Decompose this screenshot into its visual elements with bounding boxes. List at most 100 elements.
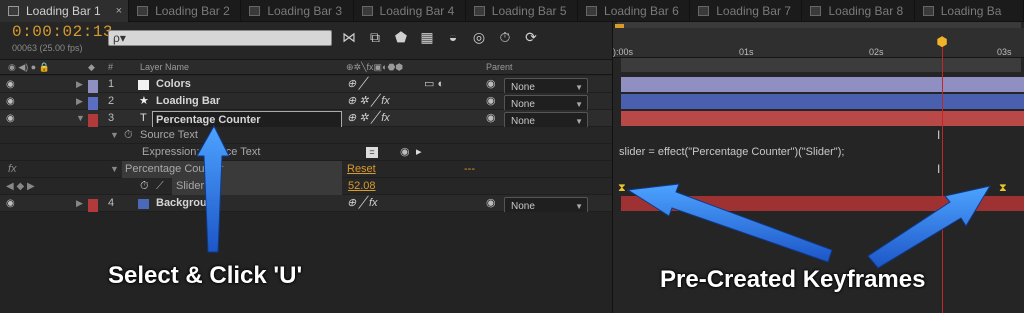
slider-label: Slider	[172, 178, 342, 195]
layer-bar-loading-bar[interactable]	[621, 94, 1024, 109]
pickwhip-icon[interactable]: ◉	[486, 195, 496, 212]
stopwatch-icon[interactable]: ⏱	[140, 178, 149, 195]
expand-triangle-icon[interactable]: ▶	[76, 76, 83, 93]
collapse-triangle-icon[interactable]: ▼	[76, 110, 85, 127]
tick-label: 02s	[869, 47, 884, 57]
tab-loading-bar-3[interactable]: Loading Bar 3	[241, 0, 354, 22]
eye-icon[interactable]: ◉	[6, 93, 15, 110]
time-ruler[interactable]: ):00s 01s 02s 03s	[613, 28, 1024, 58]
annotation-pre-created-keyframes: Pre-Created Keyframes	[660, 266, 926, 293]
layer-row-percentage-counter[interactable]: ◉ ▼ 3 T Percentage Counter ⊕ ✲ ╱ fx ◉ No…	[0, 110, 612, 131]
tab-loading-bar-1[interactable]: Loading Bar 1 ×	[0, 0, 130, 22]
expression-enable-icon[interactable]: =	[366, 147, 378, 158]
effect-dashes: ---	[464, 163, 475, 175]
collapse-triangle-icon[interactable]: ▼	[110, 161, 119, 178]
after-effects-timeline: Loading Bar 1 × Loading Bar 2 Loading Ba…	[0, 0, 1024, 313]
effect-row: fx ▼ Percentage Counter Reset ---	[0, 161, 612, 178]
draft-3d-icon[interactable]: ⧉	[366, 28, 384, 46]
pickwhip-icon[interactable]: ◉	[486, 76, 496, 93]
stopwatch-icon[interactable]: ⏱	[124, 127, 133, 144]
tab-loading-bar-9[interactable]: Loading Ba	[915, 0, 1024, 22]
layer-switches[interactable]: ⊕ ✲ ╱ fx	[347, 110, 390, 127]
current-time-indicator-head[interactable]: ⬢	[935, 35, 949, 49]
expression-language-menu-icon[interactable]: ▸	[416, 144, 422, 161]
layer-switches[interactable]: ⊕ ╱	[347, 76, 366, 93]
slider-value[interactable]: 52.08	[348, 178, 376, 195]
effect-name[interactable]: Percentage Counter	[122, 161, 342, 178]
reset-link[interactable]: Reset	[347, 161, 376, 178]
text-layer-icon: T	[140, 112, 147, 124]
tab-loading-bar-7[interactable]: Loading Bar 7	[690, 0, 803, 22]
annotation-select-and-click: Select & Click 'U'	[108, 262, 303, 289]
pickwhip-icon[interactable]: ◉	[486, 110, 496, 127]
layer-bar-background[interactable]	[621, 196, 1024, 211]
eye-icon[interactable]: ◉	[6, 110, 15, 127]
graph-editor-icon[interactable]: ◎	[470, 28, 488, 46]
expression-label: Expression: Source Text	[142, 146, 261, 158]
layer-name[interactable]: Background	[156, 195, 220, 212]
layer-name[interactable]: Loading Bar	[156, 93, 220, 110]
hide-shy-layers-icon[interactable]: ⬟	[392, 28, 410, 46]
auto-keyframe-icon[interactable]: ⏱	[496, 28, 514, 46]
layer-bar-percentage-counter[interactable]	[621, 111, 1024, 126]
work-area-bar[interactable]	[621, 58, 1021, 72]
tab-loading-bar-5[interactable]: Loading Bar 5	[466, 0, 579, 22]
composition-icon	[8, 6, 19, 16]
eye-icon[interactable]: ◉	[6, 76, 15, 93]
expand-triangle-icon[interactable]: ▶	[76, 195, 83, 212]
composition-tabs: Loading Bar 1 × Loading Bar 2 Loading Ba…	[0, 0, 1024, 22]
frame-rate-readout: 00063 (25.00 fps)	[12, 43, 83, 53]
composition-icon	[137, 6, 149, 16]
layer-name[interactable]: Colors	[156, 76, 191, 93]
tab-loading-bar-2[interactable]: Loading Bar 2	[129, 0, 242, 22]
label-column-icon: ◆	[88, 62, 95, 72]
layer-name-column[interactable]: Layer Name	[140, 62, 189, 72]
current-time-indicator[interactable]	[942, 36, 943, 313]
pickwhip-icon[interactable]: ◉	[486, 93, 496, 110]
collapse-triangle-icon[interactable]: ▼	[110, 127, 119, 144]
expression-row: Expression: Source Text = ◉ ▸	[0, 144, 612, 161]
brainstorm-icon[interactable]: ⟳	[522, 28, 540, 46]
search-input[interactable]: ρ▾	[108, 30, 332, 46]
parent-column: Parent	[486, 62, 513, 72]
expand-triangle-icon[interactable]: ▶	[76, 93, 83, 110]
expression-text[interactable]: slider = effect("Percentage Counter")("S…	[619, 146, 844, 158]
motion-blur-icon[interactable]: ◒	[444, 28, 462, 46]
graph-icon[interactable]: ⟋	[156, 178, 164, 195]
keyframe-icon[interactable]: ⧗	[999, 183, 1007, 194]
composition-icon	[586, 6, 598, 16]
tab-loading-bar-6[interactable]: Loading Bar 6	[578, 0, 691, 22]
keyframe-navigator-icon[interactable]: ◀ ◆ ▶	[6, 178, 35, 195]
tab-loading-bar-4[interactable]: Loading Bar 4	[354, 0, 466, 22]
composition-mini-flowchart-icon[interactable]: ⋈	[340, 28, 358, 46]
current-time-display[interactable]: 0:00:02:13	[12, 23, 113, 41]
slider-row: ◀ ◆ ▶ ⏱ ⟋ Slider 52.08	[0, 178, 612, 195]
eye-icon[interactable]: ◉	[6, 195, 15, 212]
layer-bar-colors[interactable]	[621, 77, 1024, 92]
visibility-column-icon: ◉ ◀) ● 🔒	[8, 62, 50, 72]
keyframe-icon[interactable]: ⧗	[618, 183, 626, 194]
composition-icon	[249, 6, 261, 16]
composition-icon	[698, 6, 710, 16]
layer-row-background[interactable]: ◉ ▶ 4 Background ⊕ ╱ fx ◉ None ▼	[0, 195, 612, 216]
close-icon[interactable]: ×	[116, 0, 122, 22]
layer-switches[interactable]: ⊕ ✲ ╱ fx	[347, 93, 390, 110]
layer-row-loading-bar[interactable]: ◉ ▶ 2 ★ Loading Bar ⊕ ✲ ╱ fx ◉ None ▼	[0, 93, 612, 114]
tick-label: 01s	[739, 47, 754, 57]
layer-row-colors[interactable]: ◉ ▶ 1 Colors ⊕ ╱ ▭ ◐ ◉ None ▼	[0, 76, 612, 97]
composition-icon	[473, 6, 485, 16]
layer-number: 2	[108, 95, 115, 107]
layer-name-rename-field[interactable]: Percentage Counter	[152, 111, 342, 128]
hold-keyframe-icon[interactable]: I	[937, 128, 940, 142]
hold-keyframe-icon[interactable]: I	[937, 162, 940, 176]
layer-switches[interactable]: ⊕ ╱ fx	[347, 195, 378, 212]
frame-blending-icon[interactable]: ▦	[418, 28, 436, 46]
property-source-text: Source Text	[140, 129, 198, 141]
tick-label: ):00s	[613, 47, 634, 57]
expression-graph-icon[interactable]: ◉	[400, 144, 410, 161]
composition-icon	[810, 6, 822, 16]
quality-switches[interactable]: ▭ ◐	[424, 76, 444, 93]
search-icon: ρ▾	[113, 31, 126, 45]
tab-loading-bar-8[interactable]: Loading Bar 8	[802, 0, 915, 22]
solid-icon	[138, 199, 149, 209]
